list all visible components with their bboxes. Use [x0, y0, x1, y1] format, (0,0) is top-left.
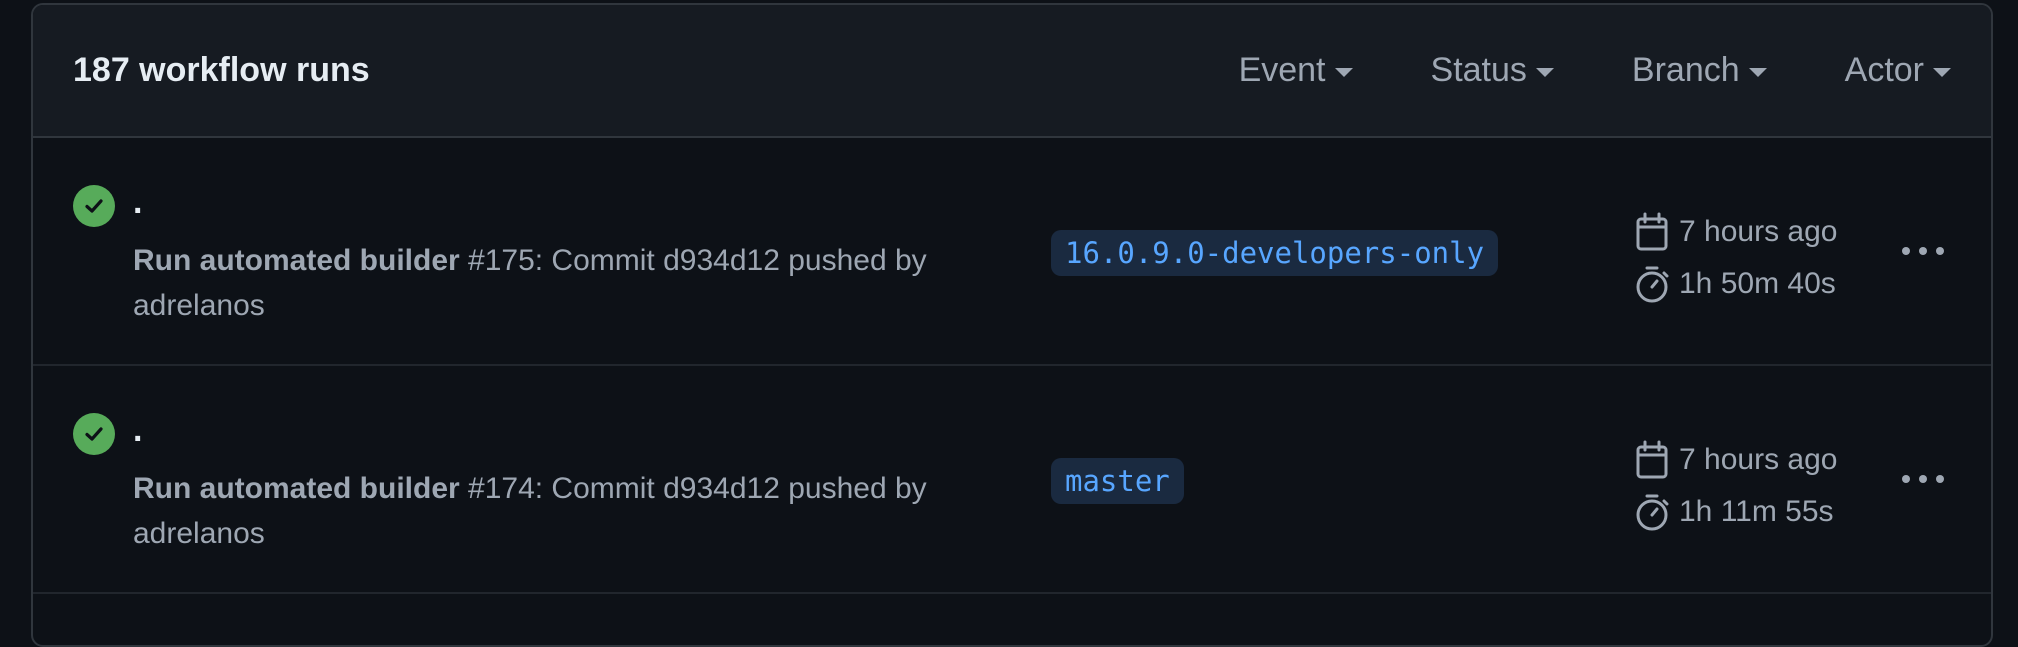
- time-ago: 7 hours ago: [1679, 443, 1838, 476]
- filter-actor-dropdown[interactable]: Actor: [1845, 51, 1951, 90]
- workflow-name: Run automated builder: [133, 472, 460, 505]
- filter-event-label: Event: [1238, 51, 1326, 89]
- kebab-icon[interactable]: [1893, 459, 1953, 499]
- filter-status-dropdown[interactable]: Status: [1431, 51, 1554, 90]
- run-title-link[interactable]: .: [133, 183, 142, 222]
- duration: 1h 50m 40s: [1679, 267, 1836, 300]
- branch-label[interactable]: master: [1051, 458, 1184, 504]
- workflow-runs-panel: 187 workflow runs Event Status Branch Ac…: [31, 3, 1993, 647]
- filter-event-dropdown[interactable]: Event: [1239, 51, 1353, 90]
- filter-branch-dropdown[interactable]: Branch: [1632, 51, 1767, 90]
- workflow-run-row[interactable]: . Run automated builder #174: Commit d93…: [33, 366, 1991, 594]
- run-meta: 7 hours ago 1h 50m 40s: [1635, 206, 1837, 310]
- chevron-down-icon: [1334, 68, 1353, 77]
- workflow-name: Run automated builder: [133, 244, 460, 277]
- filter-bar: Event Status Branch Actor: [1161, 51, 1951, 90]
- runs-header: 187 workflow runs Event Status Branch Ac…: [33, 5, 1991, 138]
- stopwatch-icon: [1636, 266, 1669, 303]
- run-time: 7 hours ago: [1635, 434, 1837, 486]
- run-title-link[interactable]: .: [133, 411, 142, 450]
- time-ago: 7 hours ago: [1679, 215, 1838, 248]
- run-meta: 7 hours ago 1h 11m 55s: [1635, 434, 1837, 538]
- run-description: Run automated builder #175: Commit d934d…: [133, 238, 1003, 328]
- workflow-run-row[interactable]: . Run automated builder #175: Commit d93…: [33, 138, 1991, 366]
- check-circle-icon: [73, 413, 115, 455]
- filter-status-label: Status: [1430, 51, 1527, 89]
- chevron-down-icon: [1748, 68, 1767, 77]
- chevron-down-icon: [1933, 68, 1951, 77]
- chevron-down-icon: [1535, 68, 1554, 77]
- duration: 1h 11m 55s: [1679, 495, 1834, 528]
- filter-branch-label: Branch: [1631, 51, 1740, 89]
- kebab-icon[interactable]: [1893, 231, 1953, 271]
- branch-label[interactable]: 16.0.9.0-developers-only: [1051, 230, 1499, 276]
- filter-actor-label: Actor: [1844, 51, 1924, 89]
- run-duration: 1h 50m 40s: [1635, 258, 1837, 310]
- stopwatch-icon: [1636, 494, 1669, 531]
- run-time: 7 hours ago: [1635, 206, 1837, 258]
- calendar-icon: [1636, 440, 1668, 479]
- calendar-icon: [1636, 212, 1668, 251]
- runs-count-title: 187 workflow runs: [73, 51, 370, 89]
- check-circle-icon: [73, 185, 115, 227]
- run-description: Run automated builder #174: Commit d934d…: [133, 466, 1003, 556]
- run-duration: 1h 11m 55s: [1635, 486, 1837, 538]
